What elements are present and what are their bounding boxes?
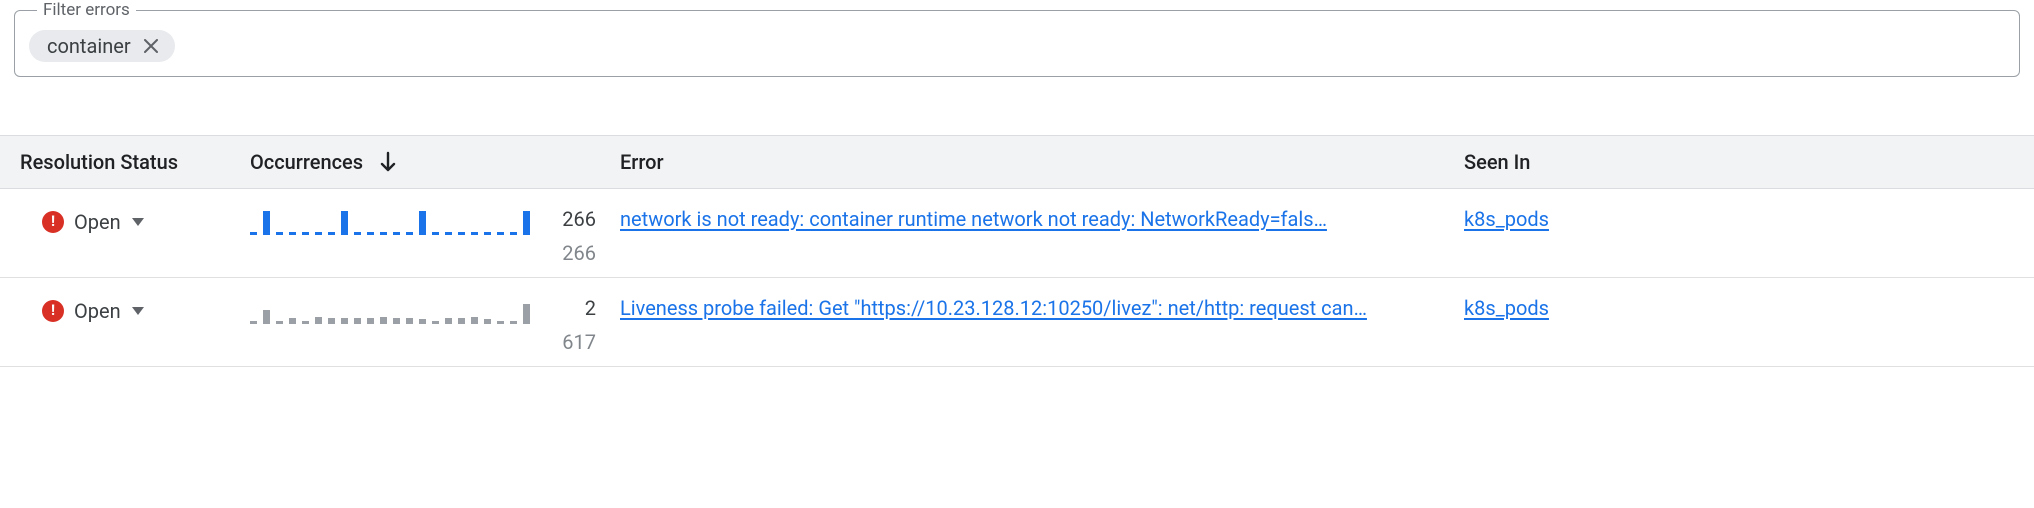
filter-chip-label: container (47, 36, 131, 56)
col-header-occurrences[interactable]: Occurrences (230, 136, 600, 188)
error-icon: ! (42, 211, 64, 233)
close-icon[interactable] (141, 36, 161, 56)
table-row: ! Open 2 617 Liveness probe failed: Get … (0, 278, 2034, 367)
occurrences-total: 266 (562, 241, 596, 265)
occurrences-total: 617 (562, 330, 596, 354)
filter-legend: Filter errors (37, 0, 136, 20)
occurrences-sparkline (250, 296, 536, 329)
seen-in-link[interactable]: k8s_pods (1464, 207, 2022, 231)
col-header-resolution-status[interactable]: Resolution Status (0, 136, 230, 188)
error-icon: ! (42, 300, 64, 322)
col-header-seen-in[interactable]: Seen In (1460, 136, 2034, 188)
resolution-status-label: Open (74, 210, 121, 234)
errors-table: Resolution Status Occurrences Error Seen… (0, 135, 2034, 367)
occurrences-count: 266 (562, 207, 596, 231)
seen-in-link[interactable]: k8s_pods (1464, 296, 2022, 320)
col-header-error[interactable]: Error (600, 136, 1460, 188)
occurrences-sparkline (250, 207, 536, 240)
chevron-down-icon (131, 217, 145, 227)
error-message-link[interactable]: Liveness probe failed: Get "https://10.2… (620, 296, 1448, 320)
filter-errors-field[interactable]: Filter errors container (14, 0, 2020, 77)
sort-descending-icon (379, 151, 397, 173)
resolution-status-label: Open (74, 299, 121, 323)
col-header-occurrences-label: Occurrences (250, 150, 363, 174)
resolution-status-dropdown[interactable]: ! Open (20, 299, 145, 323)
table-row: ! Open 266 266 network is not ready: con… (0, 189, 2034, 278)
filter-chip[interactable]: container (29, 30, 175, 62)
table-header-row: Resolution Status Occurrences Error Seen… (0, 136, 2034, 189)
occurrences-count: 2 (585, 296, 596, 320)
chevron-down-icon (131, 306, 145, 316)
error-message-link[interactable]: network is not ready: container runtime … (620, 207, 1448, 231)
resolution-status-dropdown[interactable]: ! Open (20, 210, 145, 234)
